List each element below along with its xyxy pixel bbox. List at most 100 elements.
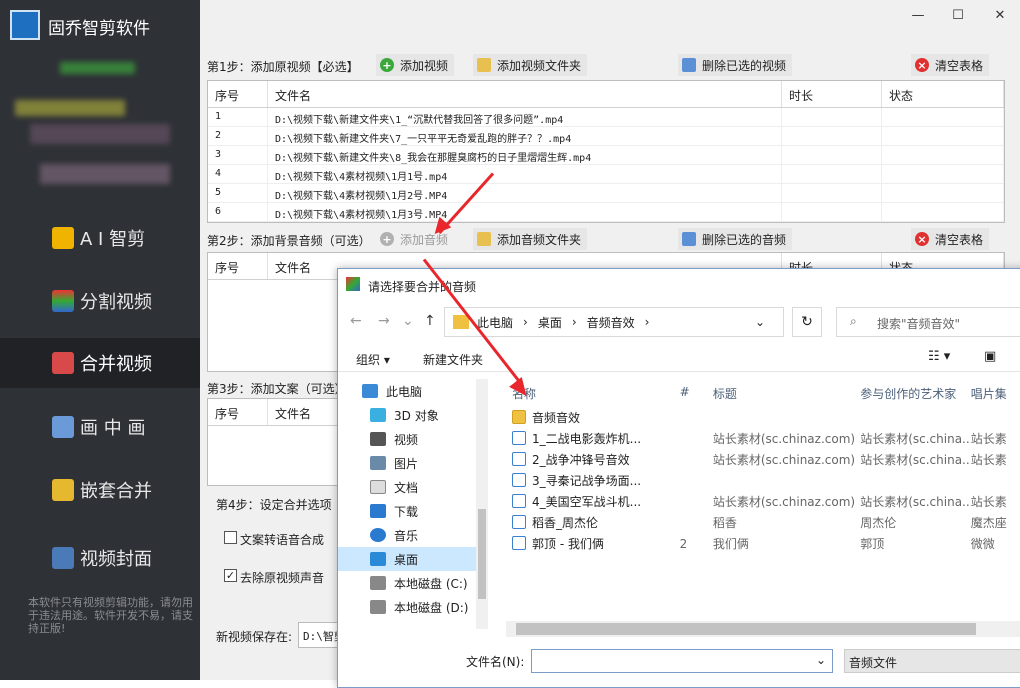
clear-video-table-label: 清空表格 bbox=[935, 58, 984, 73]
address-bar[interactable]: 此电脑 › 桌面 › 音频音效 › ⌄ bbox=[444, 307, 784, 337]
list-item[interactable]: 2_战争冲锋号音效 站长素材(sc.chinaz.com) 站长素材(sc.chin… bbox=[506, 449, 1020, 470]
breadcrumb-item[interactable]: 音频音效 bbox=[587, 314, 635, 331]
tree-item-3d[interactable]: 3D 对象 bbox=[338, 403, 488, 427]
minimize-button[interactable]: — bbox=[908, 8, 928, 24]
tree-item-documents[interactable]: 文档 bbox=[338, 475, 488, 499]
file-list-scrollbar[interactable] bbox=[506, 621, 1020, 637]
view-options-icon[interactable]: ☷ ▾ bbox=[928, 349, 950, 364]
refresh-icon[interactable]: ↻ bbox=[792, 307, 822, 337]
tree-scrollbar[interactable] bbox=[476, 379, 488, 629]
file-name: 稻香_周杰伦 bbox=[532, 516, 599, 530]
row-index: 2 bbox=[208, 127, 268, 145]
nav-ai-edit[interactable]: A I 智剪 bbox=[0, 213, 200, 263]
remove-audio-checkbox[interactable]: ✓ bbox=[224, 569, 237, 582]
nav-video-cover[interactable]: 视频封面 bbox=[0, 533, 200, 583]
forward-arrow-icon[interactable]: → bbox=[378, 313, 390, 329]
col-artist[interactable]: 参与创作的艺术家 bbox=[860, 379, 971, 407]
breadcrumb-item[interactable]: 桌面 bbox=[538, 314, 562, 331]
tree-label: 文档 bbox=[394, 480, 419, 495]
scroll-thumb[interactable] bbox=[516, 623, 976, 635]
audio-file-icon bbox=[512, 452, 526, 466]
table-row[interactable]: 1 D:\视频下载\新建文件夹\1_“沉默代替我回答了很多问题”.mp4 bbox=[208, 108, 1004, 127]
cube-icon bbox=[370, 408, 386, 422]
tree-item-drive-d[interactable]: 本地磁盘 (D:) bbox=[338, 595, 488, 619]
table-row[interactable]: 3 D:\视频下载\新建文件夹\8_我会在那腥臭腐朽的日子里熠熠生辉.mp4 bbox=[208, 146, 1004, 165]
music-note-icon bbox=[370, 528, 386, 542]
tree-item-pictures[interactable]: 图片 bbox=[338, 451, 488, 475]
nav-label: 嵌套合并 bbox=[80, 481, 152, 502]
clear-audio-table-button[interactable]: × 清空表格 bbox=[911, 228, 990, 250]
col-index[interactable]: 序号 bbox=[208, 253, 268, 279]
row-filename: D:\视频下载\4素材视频\1月2号.MP4 bbox=[268, 184, 782, 202]
tree-label: 本地磁盘 (C:) bbox=[394, 576, 468, 591]
breadcrumb-item[interactable]: 此电脑 bbox=[477, 314, 513, 331]
add-video-button[interactable]: + 添加视频 bbox=[376, 54, 455, 76]
col-number[interactable]: # bbox=[680, 379, 713, 407]
list-item[interactable]: 3_寻秦记战争场面... bbox=[506, 470, 1020, 491]
chevron-down-icon[interactable]: ⌄ bbox=[755, 315, 765, 329]
pip-icon bbox=[52, 416, 74, 438]
nav-picture-in-picture[interactable]: 画 中 画 bbox=[0, 402, 200, 452]
row-index: 6 bbox=[208, 203, 268, 221]
col-status[interactable]: 状态 bbox=[882, 81, 1004, 107]
chevron-down-icon[interactable]: ⌄ bbox=[816, 653, 826, 667]
tree-item-drive-c[interactable]: 本地磁盘 (C:) bbox=[338, 571, 488, 595]
file-title: 站长素材(sc.chinaz.com) bbox=[712, 432, 856, 446]
nav-split-video[interactable]: 分割视频 bbox=[0, 276, 200, 326]
file-name: 郭顶 - 我们俩 bbox=[532, 537, 604, 551]
tree-item-videos[interactable]: 视频 bbox=[338, 427, 488, 451]
tree-label: 此电脑 bbox=[386, 384, 423, 399]
file-album: 魔杰座 bbox=[970, 516, 1007, 530]
tts-checkbox[interactable] bbox=[224, 531, 237, 544]
close-button[interactable]: ✕ bbox=[990, 8, 1010, 24]
nav-tree: 此电脑 3D 对象 视频 图片 文档 下载 音乐 桌面 本地磁盘 (C:) 本地… bbox=[338, 379, 488, 629]
col-album[interactable]: 唱片集 bbox=[971, 379, 1020, 407]
row-index: 4 bbox=[208, 165, 268, 183]
col-duration[interactable]: 时长 bbox=[782, 81, 882, 107]
table-row[interactable]: 2 D:\视频下载\新建文件夹\7_一只平平无奇爱乱跑的胖子？？.mp4 bbox=[208, 127, 1004, 146]
audio-file-icon bbox=[512, 515, 526, 529]
delete-selected-audio-button[interactable]: 删除已选的音频 bbox=[678, 228, 793, 250]
tree-item-this-pc[interactable]: 此电脑 bbox=[338, 379, 488, 403]
col-index[interactable]: 序号 bbox=[208, 81, 268, 107]
filename-input[interactable]: ⌄ bbox=[531, 649, 833, 673]
col-title[interactable]: 标题 bbox=[713, 379, 860, 407]
audio-file-icon bbox=[512, 473, 526, 487]
tree-item-desktop[interactable]: 桌面 bbox=[338, 547, 488, 571]
add-audio-folder-button[interactable]: 添加音频文件夹 bbox=[473, 228, 588, 250]
tree-item-downloads[interactable]: 下载 bbox=[338, 499, 488, 523]
organize-button[interactable]: 组织 ▾ bbox=[356, 351, 390, 368]
nav-nested-merge[interactable]: 嵌套合并 bbox=[0, 465, 200, 515]
col-name[interactable]: 名称 bbox=[506, 379, 680, 407]
preview-pane-icon[interactable]: ▣ bbox=[984, 349, 996, 364]
file-artist: 站长素材(sc.china... bbox=[860, 453, 971, 467]
list-item[interactable]: 4_美国空军战斗机... 站长素材(sc.chinaz.com) 站长素材(sc.c… bbox=[506, 491, 1020, 512]
file-artist: 郭顶 bbox=[860, 537, 885, 551]
nav-merge-video[interactable]: 合并视频 bbox=[0, 338, 200, 388]
back-arrow-icon[interactable]: ← bbox=[350, 313, 362, 329]
table-row[interactable]: 5 D:\视频下载\4素材视频\1月2号.MP4 bbox=[208, 184, 1004, 203]
filetype-select[interactable]: 音频文件 bbox=[844, 649, 1020, 673]
up-arrow-icon[interactable]: ↑ bbox=[424, 313, 436, 329]
recent-chevron-icon[interactable]: ⌄ bbox=[402, 313, 414, 329]
maximize-button[interactable]: ☐ bbox=[948, 8, 968, 24]
add-green-icon: + bbox=[380, 58, 394, 72]
col-index[interactable]: 序号 bbox=[208, 399, 268, 425]
col-filename[interactable]: 文件名 bbox=[268, 81, 782, 107]
file-name: 3_寻秦记战争场面... bbox=[532, 474, 642, 488]
clear-video-table-button[interactable]: × 清空表格 bbox=[911, 54, 990, 76]
tree-item-music[interactable]: 音乐 bbox=[338, 523, 488, 547]
tree-label: 图片 bbox=[394, 456, 419, 471]
delete-selected-video-button[interactable]: 删除已选的视频 bbox=[678, 54, 793, 76]
list-item[interactable]: 1_二战电影轰炸机... 站长素材(sc.chinaz.com) 站长素材(sc.c… bbox=[506, 428, 1020, 449]
add-video-folder-button[interactable]: 添加视频文件夹 bbox=[473, 54, 588, 76]
new-folder-button[interactable]: 新建文件夹 bbox=[423, 351, 483, 368]
search-input[interactable]: 搜索"音频音效" bbox=[836, 307, 1020, 337]
list-item[interactable]: 稻香_周杰伦 稻香 周杰伦 魔杰座 bbox=[506, 512, 1020, 533]
table-row[interactable]: 6 D:\视频下载\4素材视频\1月3号.MP4 bbox=[208, 203, 1004, 222]
table-row[interactable]: 4 D:\视频下载\4素材视频\1月1号.mp4 bbox=[208, 165, 1004, 184]
add-video-folder-label: 添加视频文件夹 bbox=[497, 58, 582, 73]
step4-label: 第4步：设定合并选项 bbox=[216, 498, 332, 512]
list-item[interactable]: 音频音效 bbox=[506, 407, 1020, 428]
list-item[interactable]: 郭顶 - 我们俩 2 我们俩 郭顶 微微 bbox=[506, 533, 1020, 554]
